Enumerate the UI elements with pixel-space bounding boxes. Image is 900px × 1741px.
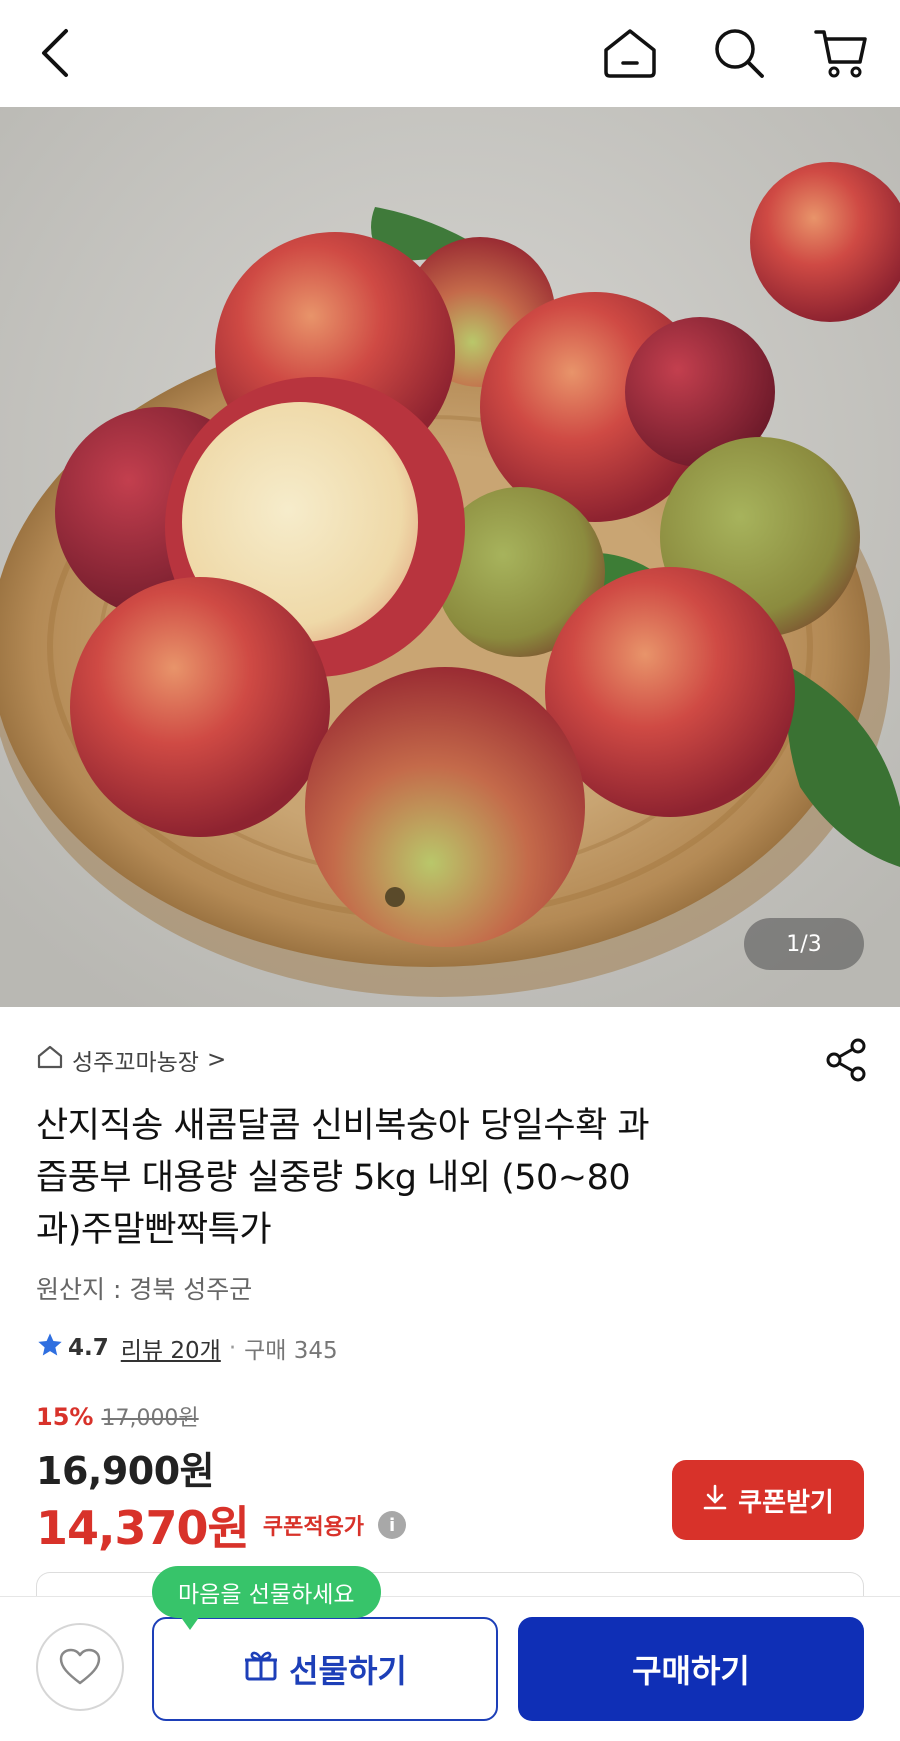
review-link[interactable]: 리뷰 20개 [121, 1331, 221, 1365]
coupon-download-button[interactable]: 쿠폰받기 [672, 1460, 864, 1540]
separator-dot: · [228, 1335, 237, 1361]
product-image[interactable] [0, 107, 900, 1007]
buy-button[interactable]: 구매하기 [518, 1617, 864, 1721]
coupon-price-row: 14,370원 쿠폰적용가 i [36, 1492, 407, 1558]
product-title-line: 즙풍부 대용량 실중량 5kg 내외 (50~80 [36, 1158, 631, 1198]
gift-button-label: 선물하기 [289, 1652, 407, 1690]
discount-rate: 15% [36, 1403, 94, 1431]
image-counter: 1/3 [744, 918, 864, 970]
product-title-line: 과)주말빤짝특가 [36, 1210, 272, 1250]
bottom-action-bar: 선물하기 구매하기 [0, 1596, 900, 1741]
product-title: 산지직송 새콤달콤 신비복숭아 당일수확 과 즙풍부 대용량 실중량 5kg 내… [36, 1100, 796, 1256]
coupon-price: 14,370원 [36, 1501, 250, 1555]
discount-row: 15% 17,000원 [36, 1400, 199, 1432]
store-name: 성주꼬마농장 [72, 1050, 199, 1076]
download-icon [702, 1483, 728, 1518]
store-home-icon [36, 1044, 64, 1076]
gift-button[interactable]: 선물하기 [152, 1617, 498, 1721]
rating-row: 4.7 리뷰 20개 · 구매 345 [36, 1330, 338, 1366]
origin-text: 원산지 : 경북 성주군 [36, 1275, 253, 1304]
home-icon[interactable] [594, 18, 666, 88]
original-price: 17,000원 [101, 1406, 199, 1431]
search-icon[interactable] [704, 18, 774, 88]
gift-icon [243, 1647, 279, 1691]
product-title-line: 산지직송 새콤달콤 신비복숭아 당일수확 과 [36, 1106, 650, 1146]
cart-icon[interactable] [806, 18, 876, 88]
coupon-download-label: 쿠폰받기 [738, 1487, 834, 1518]
rating-score: 4.7 [68, 1335, 109, 1361]
star-icon [36, 1331, 64, 1365]
sale-price: 16,900원 [36, 1449, 215, 1493]
back-icon[interactable] [30, 22, 80, 84]
purchase-count: 구매 345 [244, 1338, 338, 1364]
wishlist-heart-icon[interactable] [36, 1623, 124, 1711]
info-icon[interactable]: i [378, 1511, 407, 1539]
chevron-right-icon: > [206, 1047, 227, 1073]
gift-tooltip: 마음을 선물하세요 [152, 1566, 381, 1630]
coupon-note: 쿠폰적용가 [262, 1515, 365, 1540]
share-icon[interactable] [822, 1036, 870, 1084]
top-nav-bar [0, 0, 900, 107]
store-link[interactable]: 성주꼬마농장 > [36, 1042, 226, 1078]
